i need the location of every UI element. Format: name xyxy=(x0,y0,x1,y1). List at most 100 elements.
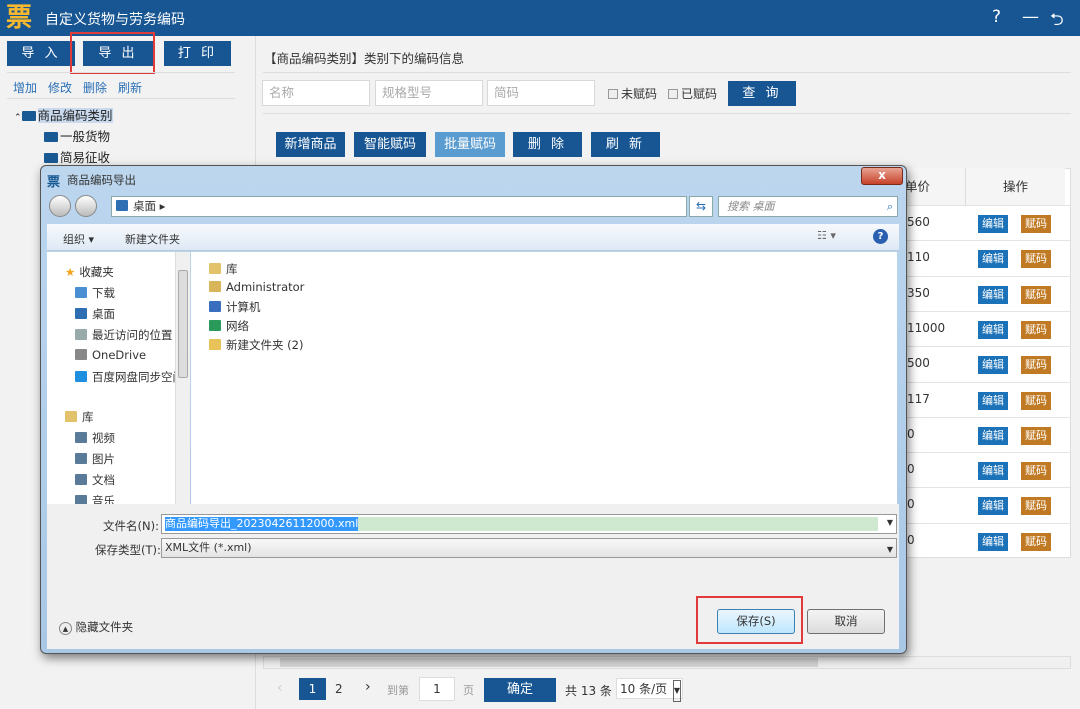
table-row: 0 编辑 赋码 xyxy=(905,452,1070,487)
import-button[interactable]: 导 入 xyxy=(7,41,75,66)
assign-code-button[interactable]: 赋码 xyxy=(1021,215,1051,233)
edit-button[interactable]: 编辑 xyxy=(978,497,1008,516)
delete-button[interactable]: 删 除 xyxy=(513,132,582,157)
assign-code-button[interactable]: 赋码 xyxy=(1021,356,1051,375)
add-product-button[interactable]: 新增商品 xyxy=(276,132,345,157)
nav-item[interactable]: 下载 xyxy=(75,285,115,301)
assign-code-button[interactable]: 赋码 xyxy=(1021,426,1051,445)
add-link[interactable]: 增加 xyxy=(13,79,37,96)
section-heading: 【商品编码类别】类别下的编码信息 xyxy=(264,51,465,66)
filetype-select[interactable]: XML文件 (*.xml) ▼ xyxy=(161,538,897,558)
assign-code-button[interactable]: 赋码 xyxy=(1021,462,1051,481)
scroll-thumb[interactable] xyxy=(178,270,188,378)
price-cell: 0 xyxy=(907,426,915,441)
library-item-icon xyxy=(75,432,87,443)
delete-link[interactable]: 删除 xyxy=(83,79,107,96)
back-button[interactable]: ⮌ xyxy=(1050,7,1064,36)
nav-favorites[interactable]: ★ 收藏夹 xyxy=(65,264,114,280)
nav-item[interactable]: 文档 xyxy=(75,472,115,488)
help-button[interactable]: ? xyxy=(992,7,1001,27)
folder-icon xyxy=(75,287,87,298)
short-code-input[interactable]: 简码 xyxy=(487,80,595,106)
file-item[interactable]: 库 xyxy=(209,261,238,277)
assign-code-button[interactable]: 赋码 xyxy=(1021,497,1051,516)
address-bar[interactable]: 桌面 ▸ xyxy=(111,196,687,217)
col-ops-header: 操作 xyxy=(965,168,1065,205)
help-icon[interactable]: ? xyxy=(873,229,888,244)
smart-assign-button[interactable]: 智能赋码 xyxy=(354,132,426,157)
price-cell: 0 xyxy=(907,462,915,477)
print-button[interactable]: 打 印 xyxy=(164,41,231,66)
folder-icon xyxy=(21,111,36,121)
nav-item[interactable]: 最近访问的位置 xyxy=(75,327,173,343)
nav-item[interactable]: 百度网盘同步空间 xyxy=(75,369,175,385)
name-input[interactable]: 名称 xyxy=(262,80,370,106)
page-1[interactable]: 1 xyxy=(299,678,326,700)
chevron-up-icon: ▲ xyxy=(59,622,72,635)
unassigned-checkbox[interactable]: 未赋码 xyxy=(608,85,657,102)
forward-nav-button[interactable] xyxy=(75,195,97,217)
scroll-thumb[interactable] xyxy=(280,658,818,667)
nav-library[interactable]: 库 xyxy=(65,409,94,425)
next-page-button[interactable]: › xyxy=(365,679,371,695)
refresh-icon[interactable]: ⇆ xyxy=(689,196,713,217)
assign-code-button[interactable]: 赋码 xyxy=(1021,391,1051,410)
nav-item[interactable]: 桌面 xyxy=(75,306,115,322)
filename-input[interactable]: 商品编码导出_20230426112000.xml ▼ xyxy=(161,514,897,534)
nav-item[interactable]: OneDrive xyxy=(75,348,146,362)
nav-item[interactable]: 视频 xyxy=(75,430,115,446)
refresh-link[interactable]: 刷新 xyxy=(118,79,142,96)
nav-item[interactable]: 音乐 xyxy=(75,493,115,504)
back-nav-button[interactable] xyxy=(49,195,71,217)
assign-code-button[interactable]: 赋码 xyxy=(1021,320,1051,339)
highlight-save xyxy=(696,596,803,644)
view-options-icon[interactable]: ☷ ▾ xyxy=(817,229,836,242)
collapse-icon[interactable]: ⌃ xyxy=(14,113,22,123)
edit-button[interactable]: 编辑 xyxy=(978,320,1008,339)
dropdown-arrow-icon[interactable]: ▼ xyxy=(887,518,893,527)
assign-code-button[interactable]: 赋码 xyxy=(1021,285,1051,304)
cancel-button[interactable]: 取消 xyxy=(807,609,885,634)
tree-item[interactable]: 一般货物 xyxy=(44,126,110,145)
hide-folders-toggle[interactable]: ▲ 隐藏文件夹 xyxy=(59,619,133,635)
divider xyxy=(263,113,1071,114)
edit-button[interactable]: 编辑 xyxy=(978,391,1008,410)
organize-menu[interactable]: 组织 ▾ xyxy=(63,231,94,247)
file-item[interactable]: 新建文件夹 (2) xyxy=(209,337,303,353)
goto-page-input[interactable]: 1 xyxy=(419,677,455,701)
tree-item[interactable]: 简易征收 xyxy=(44,147,110,166)
confirm-page-button[interactable]: 确定 xyxy=(484,678,556,702)
minimize-button[interactable]: — xyxy=(1022,7,1039,27)
prev-page-button[interactable]: ‹ xyxy=(277,680,283,696)
edit-button[interactable]: 编辑 xyxy=(978,215,1008,233)
dialog-logo-icon: 票 xyxy=(47,175,61,190)
search-input[interactable]: 搜索 桌面 ⌕ xyxy=(718,196,898,217)
edit-button[interactable]: 编辑 xyxy=(978,250,1008,269)
nav-scrollbar[interactable] xyxy=(175,252,190,504)
assign-code-button[interactable]: 赋码 xyxy=(1021,250,1051,269)
library-icon xyxy=(65,411,77,422)
assigned-checkbox[interactable]: 已赋码 xyxy=(668,85,717,102)
spec-input[interactable]: 规格型号 xyxy=(375,80,483,106)
edit-button[interactable]: 编辑 xyxy=(978,285,1008,304)
assign-code-button[interactable]: 赋码 xyxy=(1021,532,1051,551)
per-page-select[interactable]: 10 条/页 ▼ xyxy=(616,678,683,702)
edit-button[interactable]: 编辑 xyxy=(978,532,1008,551)
batch-assign-button[interactable]: 批量赋码 xyxy=(435,132,505,157)
horizontal-scrollbar[interactable] xyxy=(263,656,1071,669)
app-logo: 票 xyxy=(6,3,33,33)
file-item[interactable]: 计算机 xyxy=(209,299,261,315)
refresh-button[interactable]: 刷 新 xyxy=(591,132,660,157)
page-2[interactable]: 2 xyxy=(335,682,343,696)
modify-link[interactable]: 修改 xyxy=(48,79,72,96)
edit-button[interactable]: 编辑 xyxy=(978,356,1008,375)
tree-root[interactable]: ⌃ 商品编码类别 xyxy=(14,105,113,124)
edit-button[interactable]: 编辑 xyxy=(978,462,1008,481)
edit-button[interactable]: 编辑 xyxy=(978,426,1008,445)
new-folder-button[interactable]: 新建文件夹 xyxy=(125,231,180,247)
file-item[interactable]: Administrator xyxy=(209,280,304,294)
query-button[interactable]: 查 询 xyxy=(728,81,796,106)
file-item[interactable]: 网络 xyxy=(209,318,249,334)
nav-item[interactable]: 图片 xyxy=(75,451,115,467)
dialog-close-button[interactable]: x xyxy=(861,167,903,185)
